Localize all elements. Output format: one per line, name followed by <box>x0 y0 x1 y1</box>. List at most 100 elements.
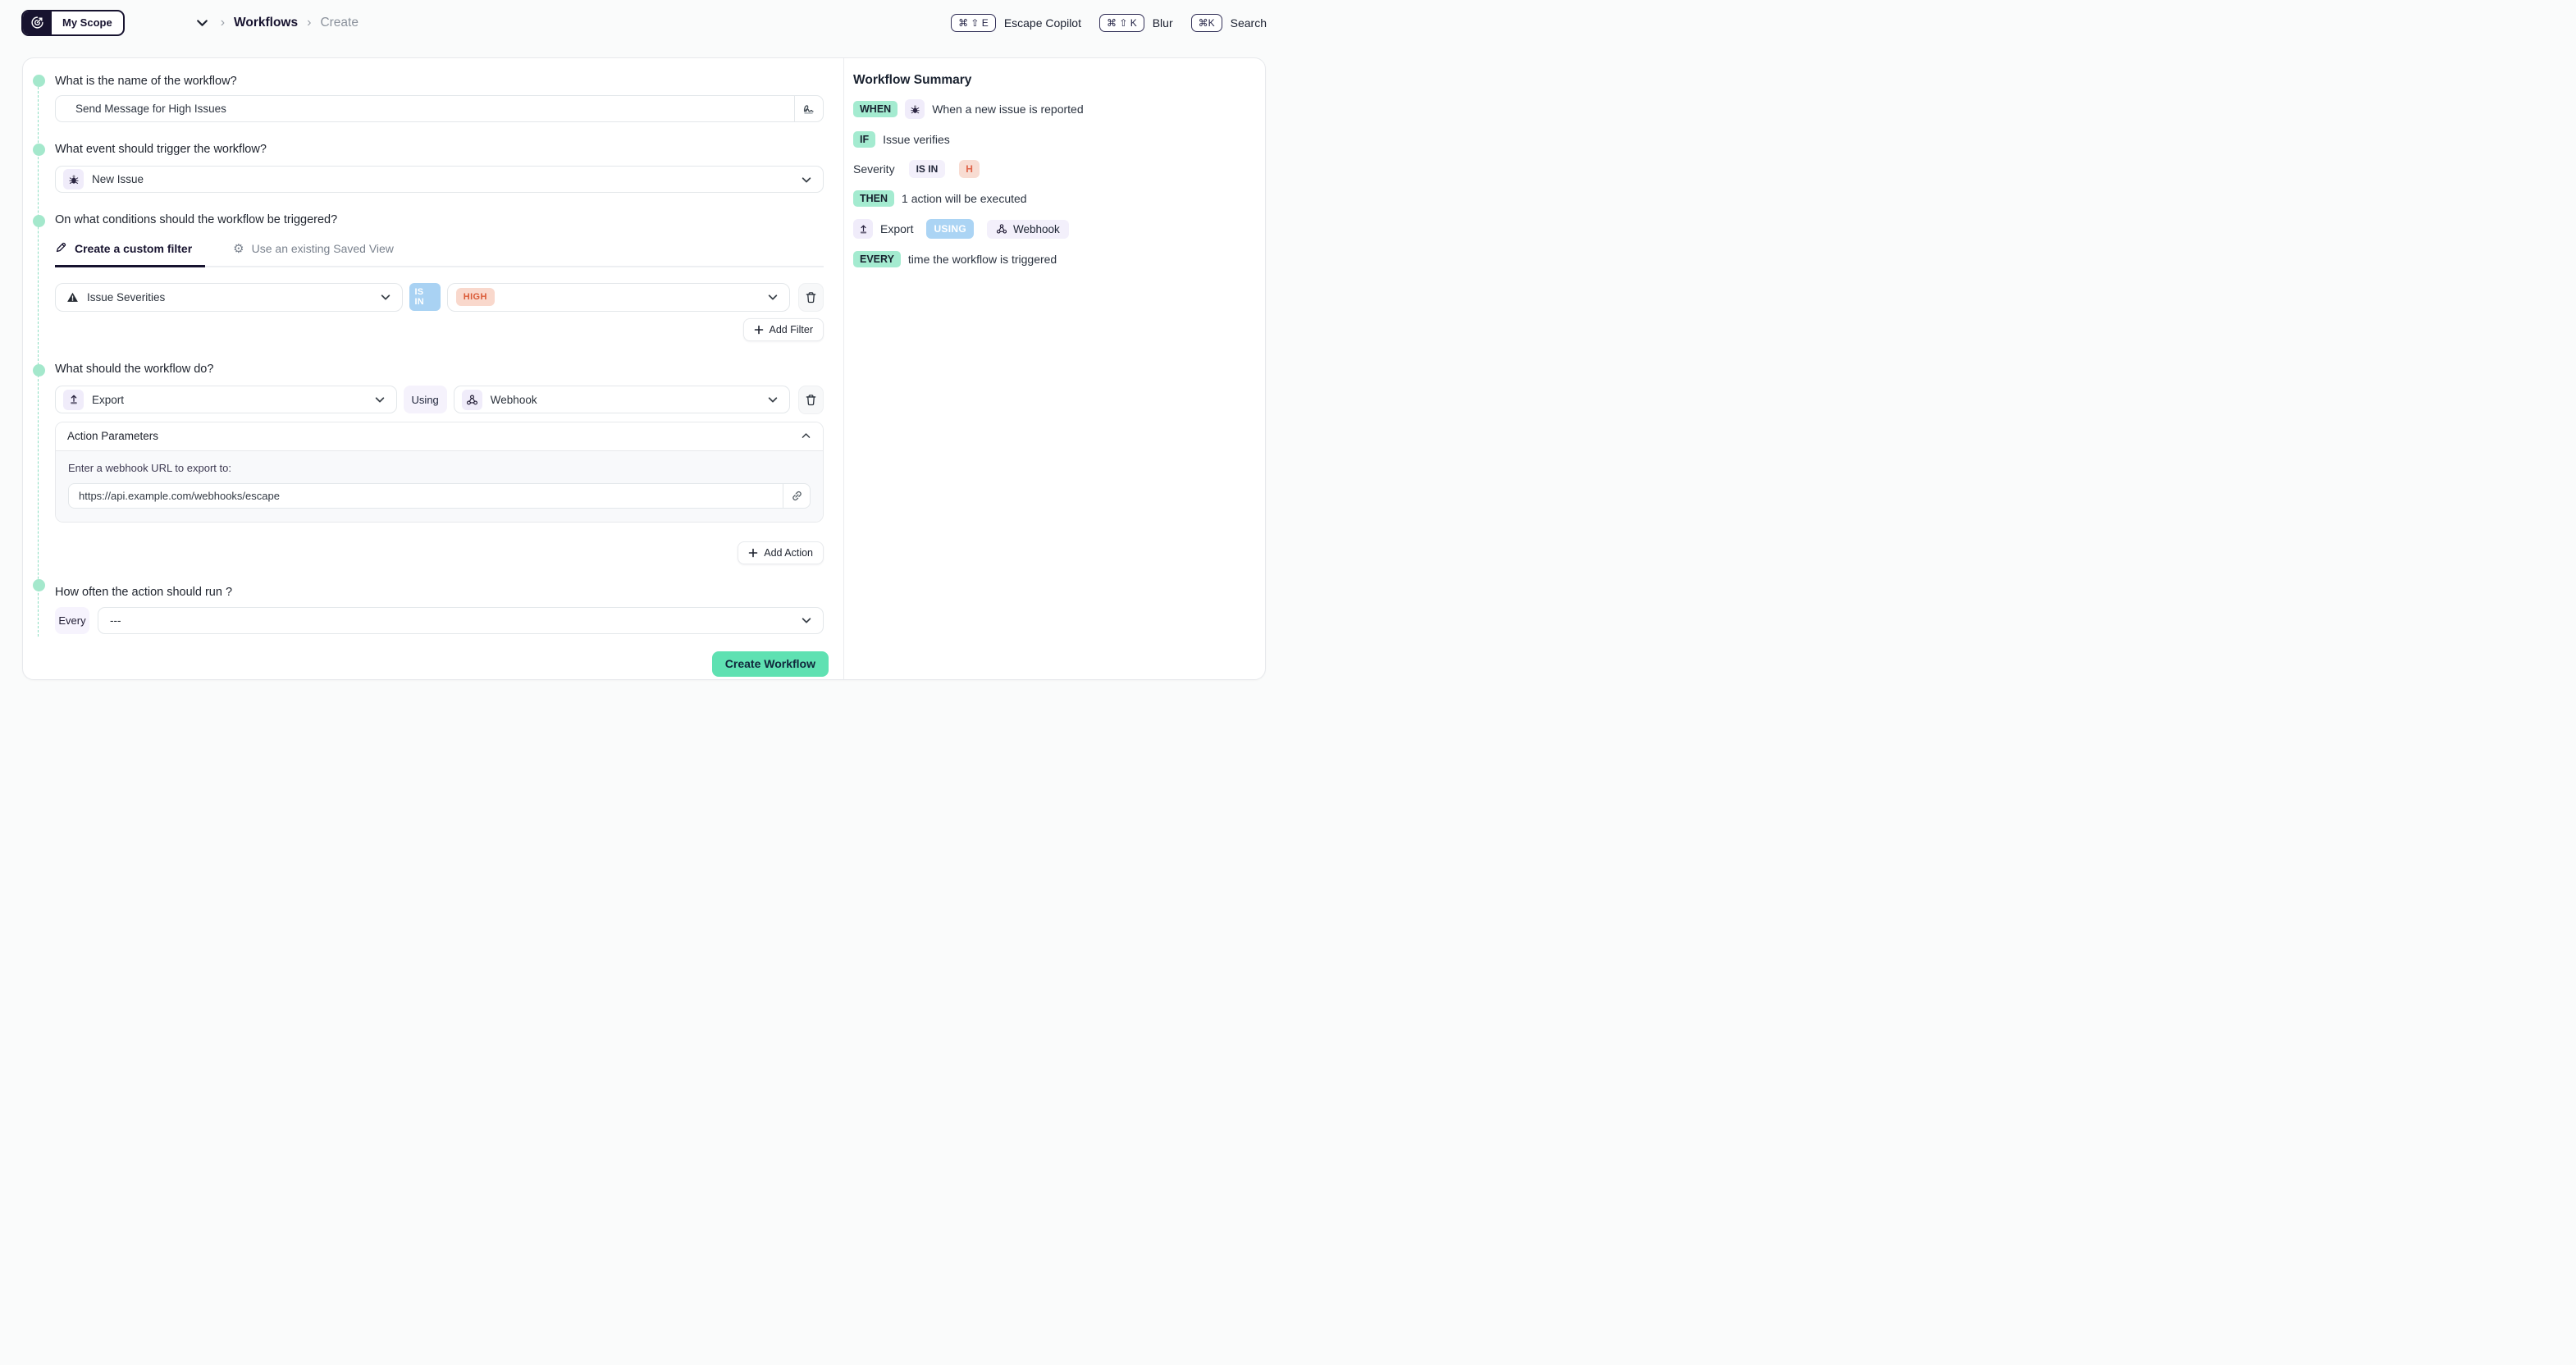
severity-high-chip[interactable]: HIGH <box>456 288 495 306</box>
breadcrumb-create: Create <box>320 16 359 30</box>
breadcrumb-workflows[interactable]: Workflows <box>234 16 298 30</box>
webhook-url-field <box>68 483 811 509</box>
summary-action-row: Export USING Webhook <box>853 219 1265 239</box>
severity-label: Severity <box>853 162 895 176</box>
summary-title: Workflow Summary <box>853 73 1265 88</box>
chevron-down-icon <box>380 291 391 303</box>
summary-export-label: Export <box>880 222 913 235</box>
conditions-tabs: Create a custom filter ⚙ Use an existing… <box>55 241 824 267</box>
rail-dot <box>33 75 45 87</box>
plus-icon <box>754 325 764 335</box>
chevron-down-icon <box>767 291 779 303</box>
kbd-cmd-shift-e: ⌘ ⇧ E <box>951 14 996 32</box>
if-text: Issue verifies <box>883 133 950 146</box>
severity-value-badge: H <box>959 160 980 178</box>
webhook-icon <box>996 223 1007 235</box>
trigger-event-select[interactable]: New Issue <box>55 166 824 193</box>
create-workflow-button[interactable]: Create Workflow <box>712 651 829 677</box>
action-parameters-body: Enter a webhook URL to export to: <box>56 450 823 522</box>
if-badge: IF <box>853 131 875 148</box>
upload-icon <box>853 219 873 239</box>
summary-if-row: IF Issue verifies <box>853 130 1265 148</box>
question-frequency-label: How often the action should run ? <box>55 586 824 599</box>
kbd-cmd-shift-k: ⌘ ⇧ K <box>1099 14 1144 32</box>
rail-dot <box>33 364 45 377</box>
webhook-url-input[interactable] <box>69 490 783 502</box>
link-icon[interactable] <box>783 484 810 508</box>
chevron-up-icon[interactable] <box>801 431 811 441</box>
scope-switcher[interactable]: My Scope <box>21 10 125 36</box>
trigger-event-value: New Issue <box>92 173 144 185</box>
upload-icon <box>63 390 84 410</box>
workflow-create-card: What is the name of the workflow? What e… <box>22 57 1266 680</box>
tab-custom-filter[interactable]: Create a custom filter <box>55 241 205 267</box>
every-text: time the workflow is triggered <box>908 253 1057 266</box>
workflow-form: What is the name of the workflow? What e… <box>55 58 824 677</box>
chevron-down-icon <box>767 394 779 405</box>
add-filter-button[interactable]: Add Filter <box>743 318 824 341</box>
topbar-shortcuts: ⌘ ⇧ E Escape Copilot ⌘ ⇧ K Blur ⌘K Searc… <box>933 14 1267 32</box>
action-parameters-panel: Action Parameters Enter a webhook URL to… <box>55 422 824 523</box>
filter-values-select[interactable]: HIGH <box>447 283 791 312</box>
filter-field-value: Issue Severities <box>87 291 165 304</box>
rail-dot <box>33 579 45 591</box>
summary-severity-row: Severity IS IN H <box>853 160 1265 178</box>
every-badge: EVERY <box>853 251 901 267</box>
action-type-select[interactable]: Export <box>55 386 397 413</box>
bug-icon <box>63 169 84 189</box>
rail-dot <box>33 144 45 156</box>
when-text: When a new issue is reported <box>932 103 1083 116</box>
delete-action-button[interactable] <box>798 386 824 414</box>
frequency-value: --- <box>110 614 121 627</box>
when-badge: WHEN <box>853 101 897 117</box>
frequency-select[interactable]: --- <box>98 607 824 634</box>
every-label: Every <box>55 607 89 634</box>
action-type-value: Export <box>92 394 124 406</box>
action-row: Export Using Webhook <box>55 386 824 414</box>
breadcrumb-separator: › <box>221 16 225 30</box>
chevron-down-icon <box>374 394 386 405</box>
shortcut-blur[interactable]: ⌘ ⇧ K Blur <box>1099 14 1173 32</box>
webhook-url-label: Enter a webhook URL to export to: <box>68 462 811 474</box>
shortcut-search[interactable]: ⌘K Search <box>1191 14 1267 32</box>
delete-filter-button[interactable] <box>798 283 824 312</box>
warning-triangle-icon <box>66 291 79 304</box>
using-badge: USING <box>926 219 974 239</box>
breadcrumb-separator: › <box>307 16 311 30</box>
rail-dot <box>33 215 45 227</box>
topbar: My Scope › Workflows › Create ⌘ ⇧ E Esca… <box>0 0 1288 45</box>
scope-logo-icon <box>23 11 52 34</box>
filter-field-select[interactable]: Issue Severities <box>55 283 403 312</box>
tab-saved-view[interactable]: ⚙ Use an existing Saved View <box>233 241 394 266</box>
filter-row: Issue Severities IS IN HIGH <box>55 283 824 312</box>
workflow-summary-panel: Workflow Summary WHEN When a new issue i… <box>843 58 1265 679</box>
workflow-name-input[interactable] <box>56 103 794 115</box>
breadcrumb-expand-icon[interactable] <box>195 16 209 30</box>
question-name-label: What is the name of the workflow? <box>55 75 824 88</box>
webhook-icon <box>462 390 482 410</box>
then-badge: THEN <box>853 190 894 207</box>
webhook-badge: Webhook <box>987 220 1069 239</box>
filter-operator-badge: IS IN <box>409 283 440 311</box>
gear-icon: ⚙ <box>233 243 244 255</box>
frequency-row: Every --- <box>55 607 824 634</box>
chevron-down-icon <box>801 614 812 626</box>
then-text: 1 action will be executed <box>902 192 1027 205</box>
summary-every-row: EVERY time the workflow is triggered <box>853 250 1265 268</box>
severity-operator-badge: IS IN <box>909 160 946 178</box>
progress-rail <box>38 83 39 637</box>
signature-icon[interactable] <box>794 96 823 121</box>
using-label: Using <box>404 386 447 413</box>
pen-icon <box>55 241 67 256</box>
workflow-name-field <box>55 95 824 122</box>
plus-icon <box>748 548 758 558</box>
add-action-button[interactable]: Add Action <box>738 541 824 564</box>
action-target-select[interactable]: Webhook <box>454 386 791 413</box>
shortcut-escape-copilot[interactable]: ⌘ ⇧ E Escape Copilot <box>951 14 1081 32</box>
kbd-cmd-k: ⌘K <box>1191 14 1222 32</box>
scope-label: My Scope <box>52 11 123 34</box>
action-parameters-header[interactable]: Action Parameters <box>56 422 823 450</box>
summary-when-row: WHEN When a new issue is reported <box>853 99 1265 119</box>
action-target-value: Webhook <box>491 394 537 406</box>
question-action-label: What should the workflow do? <box>55 363 824 376</box>
